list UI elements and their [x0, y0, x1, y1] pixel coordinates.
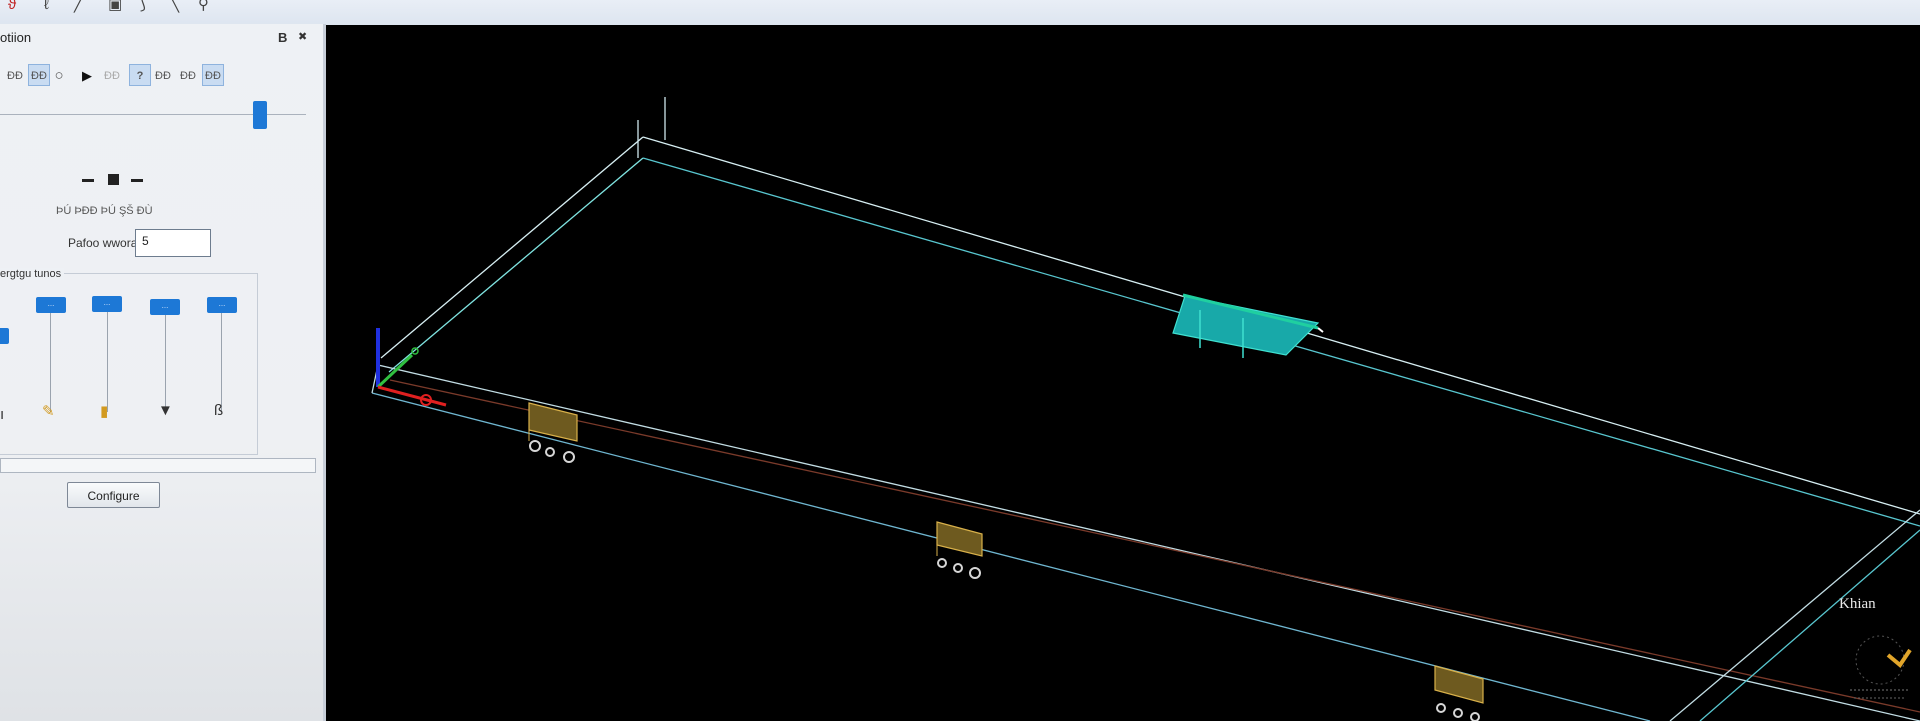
bed-top-left-edge [380, 136, 644, 359]
save-icon[interactable]: ▣ [108, 0, 128, 14]
bed-inner-left-edge [388, 157, 644, 373]
bowl-icon: ▼ [158, 402, 173, 419]
3d-viewport[interactable]: Khian [326, 25, 1920, 721]
slider-3-track[interactable] [165, 306, 166, 412]
slider-1-track[interactable] [50, 306, 51, 412]
curve-tool-icon[interactable]: ϑ [8, 0, 28, 14]
gantry-carriage [1172, 293, 1324, 358]
bed-front-top-edge [377, 364, 1920, 721]
pin-button[interactable]: B [278, 30, 287, 45]
main-toolbar: ϑ ℓ ╱ ▣ ⟆ ╲ ⚲ [0, 0, 1920, 26]
configure-button[interactable]: Configure [67, 482, 160, 508]
grid-button[interactable]: ĐĐ [177, 64, 199, 86]
play-button[interactable]: ▶ [76, 64, 98, 86]
diagonal-tool-icon[interactable]: ╲ [170, 0, 190, 14]
value-input[interactable]: 5 [135, 229, 211, 257]
tool-9-button[interactable]: ĐĐ [202, 64, 224, 86]
circle-tool-button[interactable]: ○ [48, 64, 70, 86]
pin-tool-icon[interactable]: ⚲ [198, 0, 218, 14]
brush-icon: ✎ [42, 403, 55, 420]
timeline-slider-thumb[interactable] [253, 101, 267, 129]
bed-rail-line [389, 379, 1920, 713]
watermark-logo [1850, 635, 1912, 699]
tool-1-button[interactable]: ĐĐ [4, 64, 26, 86]
arc-tool-icon[interactable]: ℓ [44, 0, 64, 14]
slider-0-icon: ı [0, 406, 5, 423]
close-button[interactable]: ✖ [298, 30, 307, 43]
slider-4-thumb[interactable]: ... [207, 297, 237, 313]
mode-labels: ÞÚ ÞĐÐ ÞÚ ŞŠ ÐÙ [56, 205, 153, 217]
pin-icon: ▮ [100, 403, 109, 420]
field-label: Pafoo wwora [68, 236, 138, 250]
clamp-2 [936, 521, 983, 579]
slider-4-track[interactable] [221, 306, 222, 412]
clamp-1 [528, 402, 578, 463]
pen-tool-icon[interactable]: ⟆ [140, 0, 160, 14]
slider-0-thumb[interactable] [0, 328, 9, 344]
scene-canvas [371, 97, 1920, 721]
tool-5-button[interactable]: ĐĐ [101, 64, 123, 86]
help-button[interactable]: ? [129, 64, 151, 86]
line-tool-icon[interactable]: ╱ [74, 0, 94, 14]
tool-icon: ß [214, 402, 224, 419]
panel-title: otiion [0, 30, 32, 45]
motion-panel: otiion B ✖ ĐĐ ĐĐ ○ ▶ ĐĐ ? ĐĐ ĐĐ ĐĐ ÞÚ ÞĐ… [0, 24, 326, 721]
axis-triad [376, 328, 447, 407]
group-label: ergtgu tunos [0, 268, 65, 280]
y-axis [376, 353, 414, 389]
status-bar [0, 458, 316, 473]
tool-7-button[interactable]: ĐĐ [152, 64, 174, 86]
tool-2-button[interactable]: ĐĐ [28, 64, 50, 86]
slider-3-thumb[interactable]: ... [150, 299, 180, 315]
y-axis-marker [411, 347, 419, 355]
slider-2-track[interactable] [107, 306, 108, 412]
panel-toolbar: ĐĐ ĐĐ ○ ▶ ĐĐ ? ĐĐ ĐĐ ĐĐ [0, 64, 240, 90]
slider-2-thumb[interactable]: ... [92, 296, 122, 312]
watermark-text: Khian [1839, 596, 1876, 612]
slider-1-thumb[interactable]: ... [36, 297, 66, 313]
clamp-3 [1434, 665, 1484, 721]
